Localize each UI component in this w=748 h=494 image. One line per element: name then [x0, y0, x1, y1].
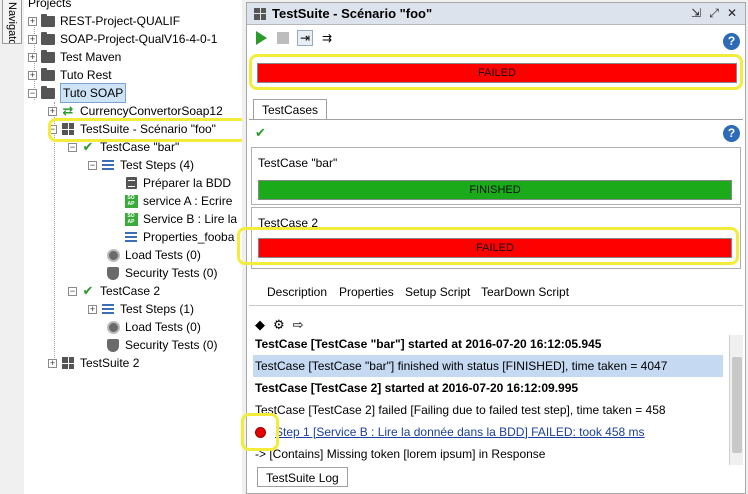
expand-icon[interactable]: +	[28, 34, 37, 44]
tree-node-security-tests-2[interactable]: Security Tests (0)	[106, 336, 217, 354]
expand-icon[interactable]: +	[28, 52, 37, 62]
document-icon	[124, 176, 138, 190]
collapse-icon[interactable]: −	[28, 88, 37, 98]
tree-node-step-service-b[interactable]: SO AP Service B : Lire la	[124, 210, 237, 228]
run-icon[interactable]	[253, 30, 269, 46]
tree-node-step-preparer[interactable]: Préparer la BDD	[124, 174, 231, 192]
log-line: TestCase [TestCase 2] started at 2016-07…	[255, 381, 579, 395]
tree-node-test-steps-1[interactable]: + Test Steps (1)	[88, 300, 194, 318]
expand-icon[interactable]: +	[28, 16, 37, 26]
tree-node-soap-project[interactable]: + SOAP-Project-QualV16-4-0-1	[28, 30, 217, 48]
tree-node-step-properties[interactable]: Properties_fooba	[124, 228, 234, 246]
log-line: TestCase [TestCase 2] failed [Failing du…	[255, 403, 666, 417]
log-line: TestCase [TestCase "bar"] started at 201…	[255, 337, 602, 351]
testsuite-icon	[253, 7, 267, 21]
folder-icon	[41, 49, 55, 64]
panel-titlebar: TestSuite - Scénario "foo"	[247, 3, 745, 25]
gear-icon[interactable]: ⚙	[273, 317, 285, 333]
expand-icon[interactable]: +	[88, 304, 97, 314]
help-icon[interactable]: ?	[723, 33, 740, 50]
highlight-testsuite	[48, 118, 242, 142]
tab-setup-script[interactable]: Setup Script	[405, 285, 470, 299]
tree-node-testsuite-2[interactable]: + TestSuite 2	[48, 354, 139, 372]
close-icon[interactable]: ✕	[725, 6, 739, 21]
tree-node-testcase-2[interactable]: − ✔ TestCase 2	[68, 282, 160, 300]
folder-icon	[41, 13, 55, 28]
navigator-tab-label: Navigator	[6, 2, 18, 44]
testcase-name: TestCase "bar"	[258, 156, 338, 170]
test-steps-icon	[101, 302, 115, 316]
shield-icon	[106, 338, 120, 352]
log-line: -> [Contains] Missing token [lorem ipsum…	[255, 447, 546, 461]
tree-node-load-tests[interactable]: Load Tests (0)	[106, 246, 201, 264]
tree-node-security-tests[interactable]: Security Tests (0)	[106, 264, 217, 282]
sequential-mode-icon[interactable]: ⇥	[297, 30, 313, 46]
tree-node-rest-project[interactable]: + REST-Project-QUALIF	[28, 12, 180, 30]
tree-node-step-service-a[interactable]: SO AP service A : Ecrire	[124, 192, 232, 210]
log-step-link[interactable]: Step 1 [Service B : Lire la donnée dans …	[273, 421, 723, 443]
tab-testcases[interactable]: TestCases	[253, 99, 328, 119]
folder-icon	[41, 31, 55, 46]
log-scrollbar[interactable]	[729, 335, 743, 465]
export-icon[interactable]: ⇨	[293, 317, 304, 333]
expand-icon[interactable]: +	[28, 70, 37, 80]
tab-teardown-script[interactable]: TearDown Script	[481, 285, 569, 299]
tree-node-test-steps-4[interactable]: − Test Steps (4)	[88, 156, 194, 174]
tab-testsuite-log[interactable]: TestSuite Log	[257, 467, 348, 487]
project-tree[interactable]: Projects + REST-Project-QUALIF + SOAP-Pr…	[24, 0, 242, 494]
collapse-icon[interactable]: −	[88, 160, 97, 170]
log-area[interactable]: TestCase [TestCase "bar"] started at 201…	[249, 335, 743, 465]
navigator-side-tab[interactable]: Navigator	[2, 0, 22, 44]
properties-icon	[124, 230, 138, 244]
check-icon: ✔	[82, 139, 94, 154]
testcase-status-bar: FINISHED	[258, 180, 732, 200]
folder-icon	[41, 85, 55, 100]
test-steps-icon	[101, 158, 115, 172]
testcase-row[interactable]: TestCase "bar" FINISHED	[251, 147, 741, 205]
tree-node-tuto-rest[interactable]: + Tuto Rest	[28, 66, 112, 84]
stop-icon[interactable]	[275, 30, 291, 46]
shield-icon	[106, 266, 120, 280]
undock-icon[interactable]: ⇲	[689, 6, 703, 21]
swap-arrows-icon: ⇄	[62, 103, 74, 118]
log-line[interactable]: TestCase [TestCase "bar"] finished with …	[253, 355, 723, 377]
testsuite-panel: TestSuite - Scénario "foo" ⇲ ⤢ ✕ ⇥ ⇉ ? F…	[237, 2, 746, 494]
gauge-icon	[106, 248, 120, 262]
testsuite-icon	[61, 356, 75, 370]
check-icon: ✔	[82, 283, 94, 298]
tree-node-tuto-soap[interactable]: − Tuto SOAP	[28, 83, 127, 103]
check-icon: ✔	[255, 125, 266, 140]
collapse-icon[interactable]: −	[68, 286, 77, 296]
soap-request-icon: SO AP	[124, 212, 138, 226]
panel-toolbar: ⇥ ⇉	[247, 25, 745, 51]
help-icon-2[interactable]: ?	[723, 125, 740, 142]
collapse-icon[interactable]: −	[68, 142, 77, 152]
eraser-icon[interactable]: ◆	[255, 317, 265, 333]
highlight-testcase-2-status	[237, 227, 739, 265]
tab-properties[interactable]: Properties	[339, 285, 394, 299]
tab-description[interactable]: Description	[267, 285, 327, 299]
parallel-mode-icon[interactable]: ⇉	[319, 30, 335, 46]
panel-title: TestSuite - Scénario "foo"	[272, 6, 433, 21]
expand-icon[interactable]: +	[48, 358, 57, 368]
highlight-failed-step	[241, 413, 279, 451]
tree-node-test-maven[interactable]: + Test Maven	[28, 48, 121, 66]
tree-node-load-tests-2[interactable]: Load Tests (0)	[106, 318, 201, 336]
gauge-icon	[106, 320, 120, 334]
expand-icon[interactable]: +	[48, 106, 57, 116]
tree-header: Projects	[28, 0, 72, 10]
soap-request-icon: SO AP	[124, 194, 138, 208]
highlight-suite-status	[249, 54, 743, 90]
folder-icon	[41, 67, 55, 82]
maximize-icon[interactable]: ⤢	[707, 6, 721, 21]
